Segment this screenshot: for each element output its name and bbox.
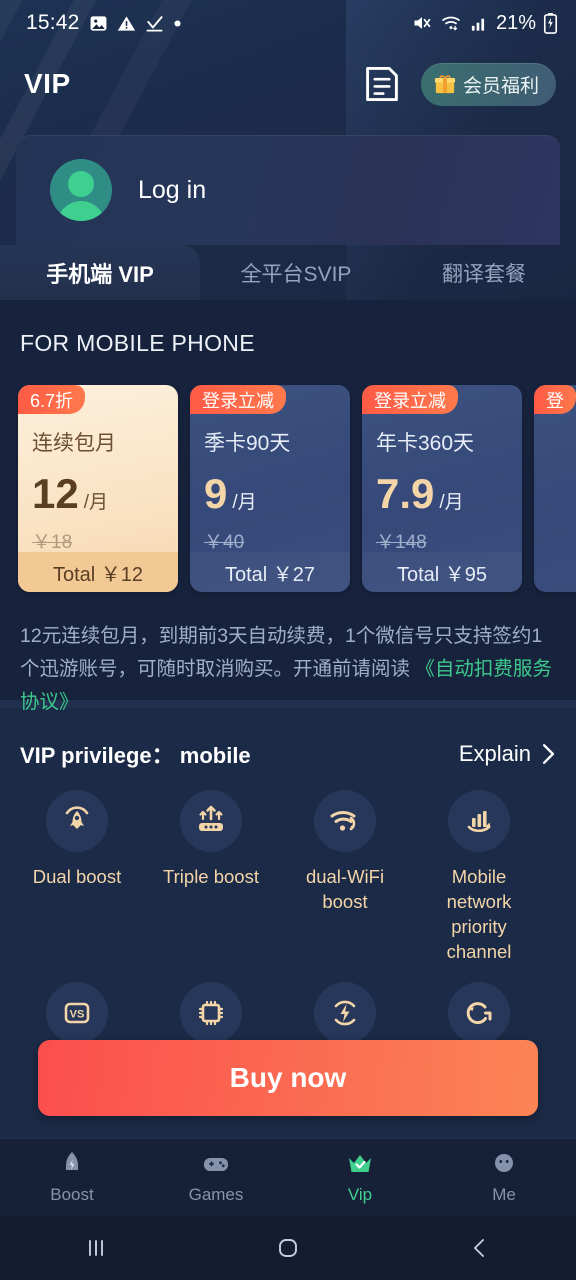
- router-arrows-icon: [180, 790, 242, 852]
- tab-all-platform-svip[interactable]: 全平台SVIP: [200, 245, 392, 300]
- tab-mobile-vip[interactable]: 手机端 VIP: [0, 245, 200, 300]
- member-benefits-button[interactable]: 会员福利: [420, 62, 556, 106]
- privilege-label: Mobile network priority channel: [446, 866, 512, 962]
- privilege-grid: Dual boost Triple boost dual-WiFi boost …: [0, 790, 576, 1074]
- status-bar: 15:42 21%: [0, 0, 576, 46]
- privilege-title: VIP privilege： mobile: [20, 743, 251, 768]
- crown-icon: [346, 1150, 374, 1178]
- signal-icon: [469, 14, 489, 33]
- rocket-icon: [58, 1150, 86, 1178]
- bottom-navigation: Boost Games Vip Me: [0, 1138, 576, 1216]
- nav-label: Me: [492, 1185, 516, 1204]
- nav-item-boost[interactable]: Boost: [0, 1139, 144, 1216]
- login-card[interactable]: Log in: [16, 135, 560, 245]
- gamepad-icon: [202, 1150, 230, 1178]
- person-icon: [490, 1150, 518, 1178]
- warning-icon: [117, 14, 136, 33]
- plan-price: 9: [204, 470, 228, 517]
- plan-badge: 6.7折: [18, 385, 86, 414]
- g-accelerate-icon: [448, 982, 510, 1044]
- plan-price-row: 7.9 /月: [376, 473, 464, 515]
- plan-period: /月: [232, 492, 257, 513]
- page-title: VIP: [24, 68, 71, 99]
- privilege-item-dual-boost[interactable]: Dual boost: [10, 790, 144, 964]
- plan-badge: 登: [534, 385, 576, 414]
- plan-card-monthly[interactable]: 6.7折 连续包月 12 /月 ￥18 Total ￥12: [18, 385, 178, 592]
- chevron-right-icon: [541, 743, 556, 765]
- member-benefits-label: 会员福利: [462, 75, 539, 97]
- explain-button[interactable]: Explain: [459, 741, 556, 767]
- privilege-item-dual-wifi-boost[interactable]: dual-WiFi boost: [278, 790, 412, 964]
- plan-old-price: ￥40: [204, 532, 245, 553]
- plan-total: Total ￥12: [18, 552, 178, 592]
- explain-label: Explain: [458, 741, 531, 766]
- plan-price-row: 12 /月: [32, 473, 108, 515]
- plan-total: Total ￥95: [362, 552, 522, 592]
- battery-percent: 21%: [495, 11, 536, 34]
- plan-card-list[interactable]: 6.7折 连续包月 12 /月 ￥18 Total ￥12 登录立减 季卡90天…: [0, 372, 576, 592]
- wifi-icon: [440, 13, 462, 33]
- system-navigation-bar: [0, 1216, 576, 1280]
- privilege-item-triple-boost[interactable]: Triple boost: [144, 790, 278, 964]
- home-icon[interactable]: [192, 1216, 384, 1280]
- header-actions: 会员福利: [365, 62, 556, 106]
- vip-subscription-screen: 15:42 21% VIP 会员福利 Log in 手机端 VIP 全平台SVI…: [0, 0, 576, 1280]
- privilege-label: Triple boost: [163, 866, 259, 887]
- chip-icon: [180, 982, 242, 1044]
- signal-bars-arrow-icon: [448, 790, 510, 852]
- lightning-icon: [314, 982, 376, 1044]
- app-header: VIP 会员福利: [0, 46, 576, 122]
- nav-item-vip[interactable]: Vip: [288, 1139, 432, 1216]
- status-bar-left: 15:42: [26, 11, 182, 35]
- plan-old-price: ￥18: [32, 532, 73, 553]
- plan-type-tabs: 手机端 VIP 全平台SVIP 翻译套餐: [0, 245, 576, 300]
- privilege-label: Dual boost: [32, 866, 122, 887]
- plan-card-partial[interactable]: 登: [534, 385, 576, 592]
- wifi-boost-icon: [314, 790, 376, 852]
- nav-label: Boost: [50, 1185, 94, 1204]
- nav-label: Vip: [347, 1185, 373, 1204]
- plan-period: /月: [439, 492, 464, 513]
- plan-price: 12: [32, 470, 79, 517]
- privilege-header: VIP privilege： mobile Explain: [20, 738, 556, 770]
- battery-charging-icon: [543, 12, 558, 34]
- buy-now-button[interactable]: Buy now: [38, 1040, 538, 1116]
- status-bar-right: 21%: [411, 12, 558, 35]
- plan-price-row: 9 /月: [204, 473, 257, 515]
- svg-text:VS: VS: [70, 1009, 85, 1021]
- plan-card-quarterly[interactable]: 登录立减 季卡90天 9 /月 ￥40 Total ￥27: [190, 385, 350, 592]
- mute-icon: [411, 13, 433, 33]
- login-label: Log in: [138, 175, 207, 204]
- order-document-icon[interactable]: [365, 66, 399, 102]
- dot-icon: [173, 19, 182, 28]
- plan-name: 连续包月: [32, 432, 116, 455]
- nav-label: Games: [188, 1185, 244, 1204]
- plan-old-price: ￥148: [376, 532, 427, 553]
- back-icon[interactable]: [384, 1216, 576, 1280]
- status-time: 15:42: [26, 11, 80, 34]
- subscription-disclaimer: 12元连续包月，到期前3天自动续费，1个微信号只支持签约1个迅游账号，可随时取消…: [20, 620, 560, 719]
- plan-price: 7.9: [376, 470, 435, 517]
- plans-section-title: FOR MOBILE PHONE: [20, 330, 255, 356]
- versus-icon: VS: [46, 982, 108, 1044]
- plan-name: 季卡90天: [204, 432, 291, 455]
- plan-badge: 登录立减: [190, 385, 286, 414]
- nav-item-games[interactable]: Games: [144, 1139, 288, 1216]
- plan-card-yearly[interactable]: 登录立减 年卡360天 7.9 /月 ￥148 Total ￥95: [362, 385, 522, 592]
- privilege-label: dual-WiFi boost: [305, 866, 385, 912]
- user-avatar-icon: [50, 159, 112, 221]
- privilege-item-mobile-priority[interactable]: Mobile network priority channel: [412, 790, 546, 964]
- plan-period: /月: [83, 492, 108, 513]
- recents-icon[interactable]: [0, 1216, 192, 1280]
- plan-badge: 登录立减: [362, 385, 458, 414]
- nav-item-me[interactable]: Me: [432, 1139, 576, 1216]
- image-icon: [89, 14, 108, 33]
- rocket-boost-icon: [46, 790, 108, 852]
- plan-name: 年卡360天: [376, 432, 475, 455]
- plan-total: Total ￥27: [190, 552, 350, 592]
- download-complete-icon: [145, 14, 164, 33]
- gift-icon: [434, 73, 456, 95]
- tab-translation-package[interactable]: 翻译套餐: [392, 245, 576, 300]
